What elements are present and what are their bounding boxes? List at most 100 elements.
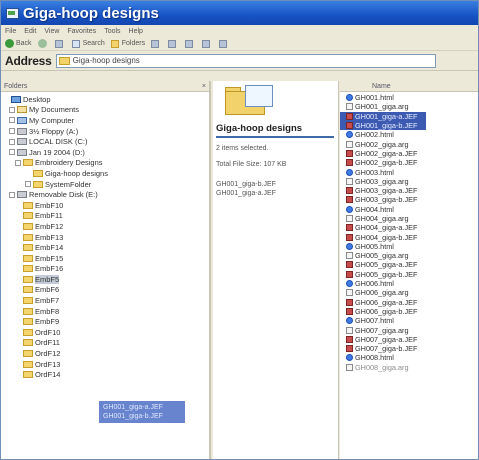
tree-item[interactable]: My Computer [1, 115, 209, 126]
views-button[interactable] [219, 39, 230, 48]
arg-file-icon [346, 177, 353, 185]
tree-item[interactable]: EmbF13 [1, 232, 209, 243]
file-row[interactable]: GH007.html [340, 316, 478, 325]
menu-edit[interactable]: Edit [24, 28, 36, 35]
file-row[interactable]: GH001_giga-a.JEF [340, 111, 426, 121]
menu-help[interactable]: Help [129, 28, 143, 35]
tree-item-label: OrdF14 [35, 370, 61, 380]
collapse-icon[interactable] [9, 149, 15, 156]
search-button[interactable]: Search [71, 39, 105, 48]
forward-button[interactable] [37, 39, 49, 48]
file-row[interactable]: GH008.html [340, 353, 478, 362]
up-button[interactable] [54, 39, 66, 48]
file-row[interactable]: GH002_giga-b.JEF [340, 158, 478, 167]
file-row[interactable]: GH001_giga-b.JEF [340, 120, 426, 131]
tree-item[interactable]: OrdF13 [1, 359, 209, 370]
file-name: GH001_giga-a.JEF [355, 111, 418, 121]
expand-icon[interactable] [9, 106, 15, 113]
file-name: GH008_giga.arg [355, 362, 409, 372]
tree-item[interactable]: EmbF7 [1, 295, 209, 306]
copy-to-button[interactable] [168, 39, 179, 48]
folders-button[interactable]: Folders [110, 39, 145, 48]
file-row[interactable]: GH002_giga-a.JEF [340, 149, 478, 158]
tree-item[interactable]: OrdF12 [1, 348, 209, 359]
tree-item[interactable]: EmbF11 [1, 211, 209, 222]
file-row[interactable]: GH006_giga-b.JEF [340, 307, 478, 316]
menu-bar: File Edit View Favorites Tools Help [1, 25, 478, 37]
file-row[interactable]: GH001.html [340, 93, 478, 102]
menu-tools[interactable]: Tools [104, 28, 120, 35]
tree-item[interactable]: LOCAL DISK (C:) [1, 136, 209, 147]
menu-favorites[interactable]: Favorites [67, 28, 96, 35]
file-row[interactable]: GH006_giga.arg [340, 288, 478, 298]
tree-item[interactable]: EmbF5 [1, 274, 209, 285]
tree-item[interactable]: EmbF12 [1, 221, 209, 232]
file-row[interactable]: GH005_giga.arg [340, 251, 478, 260]
tree-item[interactable]: EmbF6 [1, 285, 209, 296]
tree-item[interactable]: EmbF14 [1, 242, 209, 253]
title-bar[interactable]: Giga-hoop designs [1, 1, 478, 25]
tree-item[interactable]: EmbF9 [1, 316, 209, 327]
tree-item[interactable]: Desktop [1, 94, 209, 105]
tree-item[interactable]: SystemFolder [1, 179, 209, 190]
file-row[interactable]: GH005.html [340, 242, 478, 251]
file-row[interactable]: GH002_giga.arg [340, 139, 478, 149]
address-field[interactable]: Giga-hoop designs [55, 53, 436, 68]
file-name: GH002.html [355, 130, 394, 140]
delete-button[interactable] [185, 39, 196, 48]
tree-item[interactable]: EmbF16 [1, 264, 209, 275]
tree-item-label: EmbF12 [35, 221, 64, 231]
file-row[interactable]: GH003_giga.arg [340, 177, 478, 186]
file-row[interactable]: GH007_giga-b.JEF [340, 344, 478, 353]
expand-icon[interactable] [9, 128, 15, 135]
tree-item[interactable]: OrdF11 [1, 338, 209, 349]
tree-item-label: EmbF5 [35, 274, 60, 284]
undo-button[interactable] [202, 39, 213, 48]
tree-item[interactable]: OrdF10 [1, 327, 209, 338]
tree-item[interactable]: OrdF14 [1, 369, 209, 380]
file-row[interactable]: GH004_giga-a.JEF [340, 223, 478, 232]
file-row[interactable]: GH008_giga.arg [340, 362, 478, 372]
tree-item[interactable]: Embroidery Designs [1, 158, 209, 169]
expand-icon[interactable] [9, 138, 15, 145]
file-row[interactable]: GH005_giga-b.JEF [340, 270, 478, 279]
folder-icon [23, 350, 33, 358]
folders-pane-title: Folders [4, 82, 28, 90]
back-button[interactable]: Back [5, 39, 32, 48]
file-row[interactable]: GH007_giga.arg [340, 325, 478, 335]
tree-item[interactable]: Removable Disk (E:) [1, 189, 209, 200]
tree-item[interactable]: 3½ Floppy (A:) [1, 126, 209, 137]
tree-item[interactable]: EmbF8 [1, 306, 209, 317]
tree-item[interactable]: My Documents [1, 105, 209, 116]
file-row[interactable]: GH004.html [340, 204, 478, 214]
menu-view[interactable]: View [44, 28, 59, 35]
back-arrow-icon [5, 39, 14, 48]
expand-icon[interactable] [25, 181, 31, 188]
collapse-icon[interactable] [9, 191, 15, 198]
name-column-header[interactable]: Name [340, 81, 478, 92]
file-row[interactable]: GH001_giga.arg [340, 102, 478, 111]
file-row[interactable]: GH007_giga-a.JEF [340, 335, 478, 344]
tree-item[interactable]: EmbF15 [1, 253, 209, 264]
file-row[interactable]: GH006.html [340, 279, 478, 288]
file-row[interactable]: GH003.html [340, 167, 478, 177]
tree-item[interactable]: Giga-hoop designs [1, 168, 209, 179]
file-row[interactable]: GH005_giga-a.JEF [340, 260, 478, 269]
file-row[interactable]: GH004_giga-b.JEF [340, 232, 478, 242]
move-to-button[interactable] [151, 39, 162, 48]
file-row[interactable]: GH004_giga.arg [340, 214, 478, 223]
close-pane-icon[interactable]: × [202, 83, 206, 90]
file-row[interactable]: GH002.html [340, 130, 478, 140]
file-row[interactable]: GH006_giga-a.JEF [340, 298, 478, 307]
tree-item[interactable]: EmbF10 [1, 200, 209, 211]
tree-item-label: EmbF6 [35, 285, 60, 295]
file-row[interactable]: GH003_giga-b.JEF [340, 195, 478, 204]
tree-item[interactable]: Jan 19 2004 (D:) [1, 147, 209, 158]
file-name: GH004.html [355, 204, 394, 214]
file-name: GH006_giga.arg [355, 288, 409, 298]
file-row[interactable]: GH003_giga-a.JEF [340, 186, 478, 195]
folders-pane-header: Folders × [1, 81, 209, 92]
menu-file[interactable]: File [5, 28, 16, 35]
collapse-icon[interactable] [15, 159, 21, 166]
collapse-icon[interactable] [9, 117, 15, 124]
